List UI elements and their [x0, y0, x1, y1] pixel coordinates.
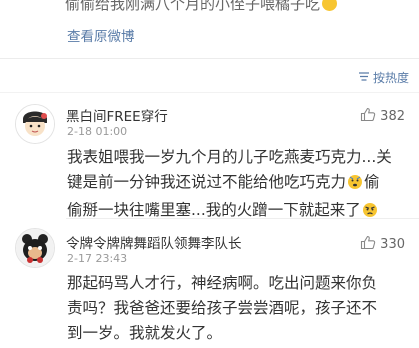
sort-label: 按热度	[372, 71, 409, 85]
like-button[interactable]: 330	[360, 235, 405, 254]
view-original-link[interactable]: 查看原微博	[67, 25, 135, 45]
smile-emoji-icon	[322, 0, 338, 11]
timestamp: 2-17 23:43	[67, 252, 128, 265]
timestamp: 2-18 01:00	[67, 125, 128, 138]
angry-emoji-icon	[362, 201, 378, 226]
like-count: 382	[380, 109, 405, 124]
sort-by-hot-button[interactable]: 按热度	[358, 69, 409, 86]
username[interactable]: 黑白间FREE穿行	[66, 105, 168, 125]
like-count: 330	[380, 237, 405, 252]
comment-text: 我表姐喂我一岁九个月的儿子吃燕麦巧克力...关 键是前一分钟我还说过不能给他吃巧…	[67, 145, 392, 226]
like-button[interactable]: 382	[360, 107, 405, 126]
thumbs-up-icon	[360, 107, 376, 126]
username[interactable]: 令牌令牌牌舞蹈队领舞李队长	[66, 232, 242, 252]
avatar[interactable]	[15, 104, 55, 144]
avatar[interactable]	[15, 228, 55, 268]
dizzy-emoji-icon	[347, 173, 363, 198]
section-divider	[0, 92, 419, 93]
divider	[0, 58, 419, 59]
sort-icon	[358, 71, 370, 85]
comment-text: 那起码骂人才行，神经病啊。吃出问题来你负 责吗？我爸爸还要给孩子尝尝酒呢，孩子还…	[67, 274, 378, 342]
comment-divider	[66, 218, 419, 219]
thumbs-up-icon	[360, 235, 376, 254]
post-partial-text: 偷偷给我刚满八个月的小侄子喂橘子吃	[65, 0, 338, 14]
